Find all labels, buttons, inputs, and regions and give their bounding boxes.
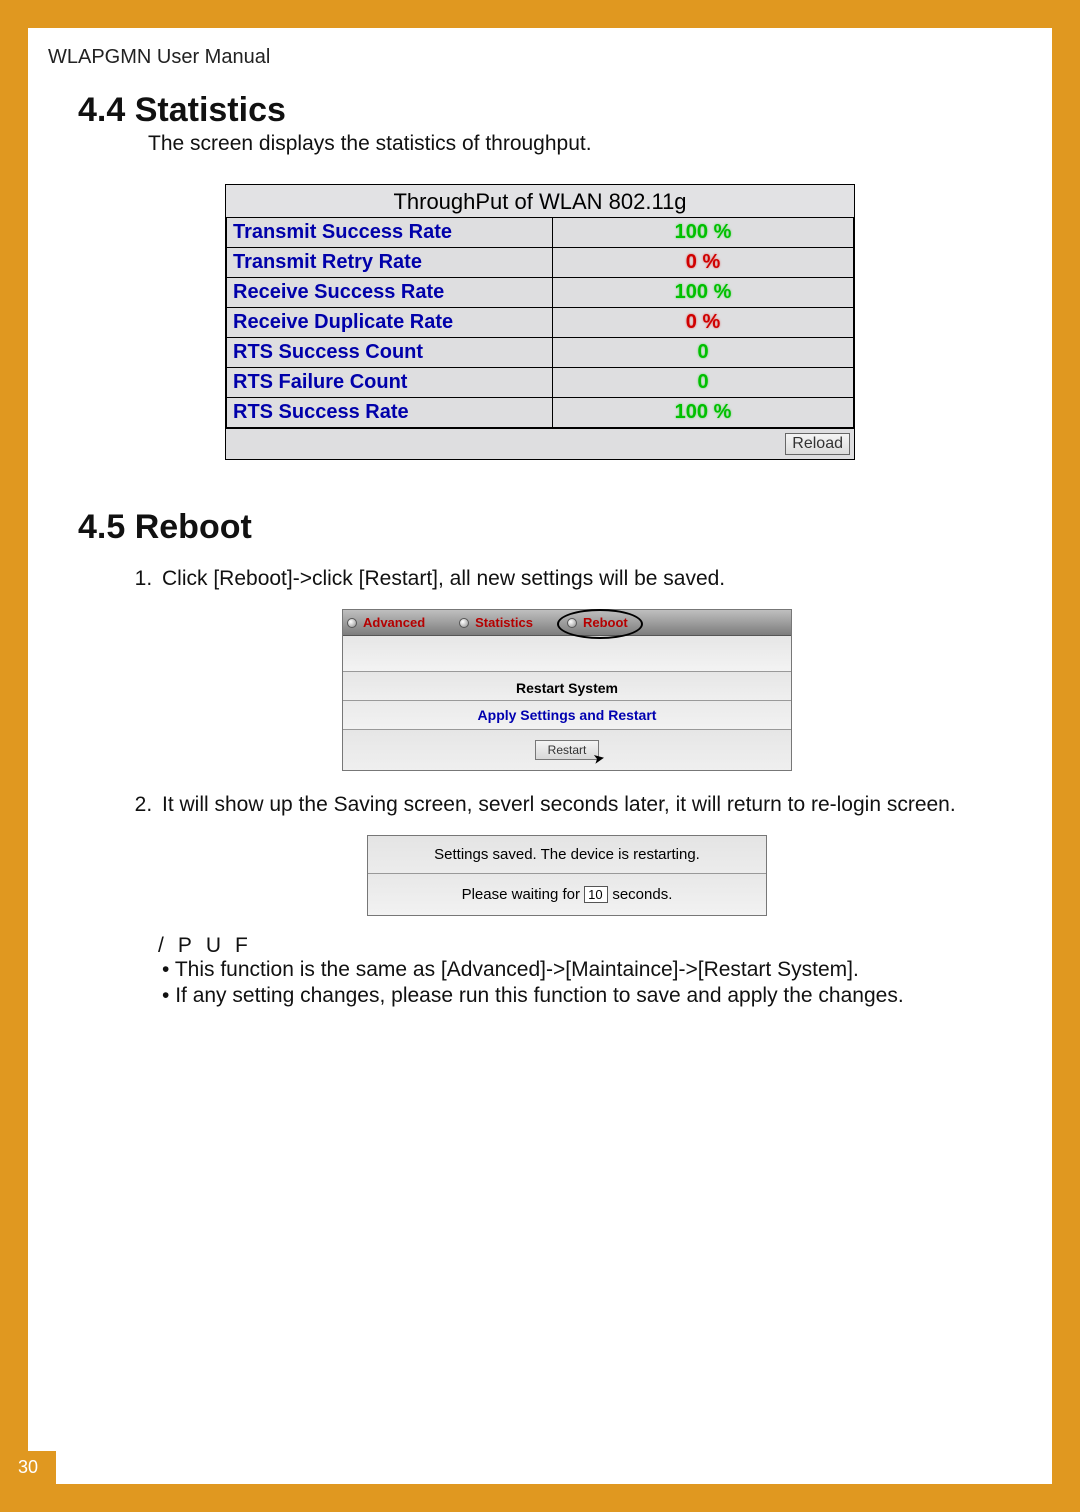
reboot-screenshot: Advanced Statistics Reboot Restart Syste…: [342, 609, 792, 771]
section-4-5-heading: 4.5 Reboot: [78, 508, 992, 547]
throughput-title: ThroughPut of WLAN 802.11g: [226, 185, 854, 218]
stat-value: 0 %: [553, 248, 854, 278]
note-2: If any setting changes, please run this …: [162, 984, 962, 1008]
stat-label: Receive Duplicate Rate: [227, 308, 553, 338]
table-row: Receive Success Rate100 %: [227, 278, 854, 308]
step-1-text: Click [Reboot]->click [Restart], all new…: [162, 567, 725, 590]
saving-line-2: Please waiting for 10 seconds.: [368, 874, 766, 915]
manual-page: WLAPGMN User Manual 4.4 Statistics The s…: [28, 28, 1052, 1484]
throughput-table: ThroughPut of WLAN 802.11g Transmit Succ…: [225, 184, 855, 460]
stat-value: 100 %: [553, 278, 854, 308]
stat-label: RTS Success Rate: [227, 398, 553, 428]
step-2: It will show up the Saving screen, sever…: [158, 793, 972, 916]
step-1: Click [Reboot]->click [Restart], all new…: [158, 567, 972, 771]
restart-button-row: Restart ➤: [343, 730, 791, 770]
table-row: RTS Success Rate100 %: [227, 398, 854, 428]
stat-value: 0: [553, 338, 854, 368]
blank-strip: [343, 636, 791, 672]
reload-button[interactable]: Reload: [785, 433, 850, 455]
page-number: 30: [0, 1451, 56, 1484]
stat-value: 100 %: [553, 398, 854, 428]
reboot-steps: Click [Reboot]->click [Restart], all new…: [158, 567, 972, 916]
tab-advanced[interactable]: Advanced: [347, 615, 425, 630]
saving-line-1: Settings saved. The device is restarting…: [368, 836, 766, 874]
stat-label: Transmit Retry Rate: [227, 248, 553, 278]
bullet-icon: [459, 618, 469, 628]
section-4-4-intro: The screen displays the statistics of th…: [148, 132, 992, 156]
saving-screenshot: Settings saved. The device is restarting…: [367, 835, 767, 916]
bullet-icon: [567, 618, 577, 628]
stat-label: RTS Success Count: [227, 338, 553, 368]
cursor-icon: ➤: [591, 749, 606, 768]
note-1: This function is the same as [Advanced]-…: [162, 958, 962, 982]
table-row: RTS Success Count0: [227, 338, 854, 368]
restart-button[interactable]: Restart ➤: [535, 740, 600, 760]
throughput-rows: Transmit Success Rate100 %Transmit Retry…: [226, 218, 854, 428]
bullet-icon: [347, 618, 357, 628]
countdown-box: 10: [584, 886, 608, 903]
tab-bar: Advanced Statistics Reboot: [343, 610, 791, 636]
tab-reboot[interactable]: Reboot: [567, 615, 628, 630]
stat-label: RTS Failure Count: [227, 368, 553, 398]
saving-prefix: Please waiting for: [462, 886, 580, 903]
stat-label: Receive Success Rate: [227, 278, 553, 308]
reload-row: Reload: [226, 428, 854, 459]
stat-value: 100 %: [553, 218, 854, 248]
stat-value: 0 %: [553, 308, 854, 338]
table-row: Transmit Retry Rate0 %: [227, 248, 854, 278]
restart-system-title: Restart System: [343, 672, 791, 701]
table-row: Receive Duplicate Rate0 %: [227, 308, 854, 338]
saving-suffix: seconds.: [612, 886, 672, 903]
apply-settings-text: Apply Settings and Restart: [343, 701, 791, 730]
step-2-text: It will show up the Saving screen, sever…: [162, 793, 956, 816]
doc-header: WLAPGMN User Manual: [48, 46, 992, 69]
notes-heading: /PUF: [158, 934, 992, 958]
stat-label: Transmit Success Rate: [227, 218, 553, 248]
table-row: RTS Failure Count0: [227, 368, 854, 398]
section-4-4-heading: 4.4 Statistics: [78, 91, 992, 130]
table-row: Transmit Success Rate100 %: [227, 218, 854, 248]
tab-statistics[interactable]: Statistics: [459, 615, 533, 630]
stat-value: 0: [553, 368, 854, 398]
notes-list: This function is the same as [Advanced]-…: [162, 958, 962, 1008]
